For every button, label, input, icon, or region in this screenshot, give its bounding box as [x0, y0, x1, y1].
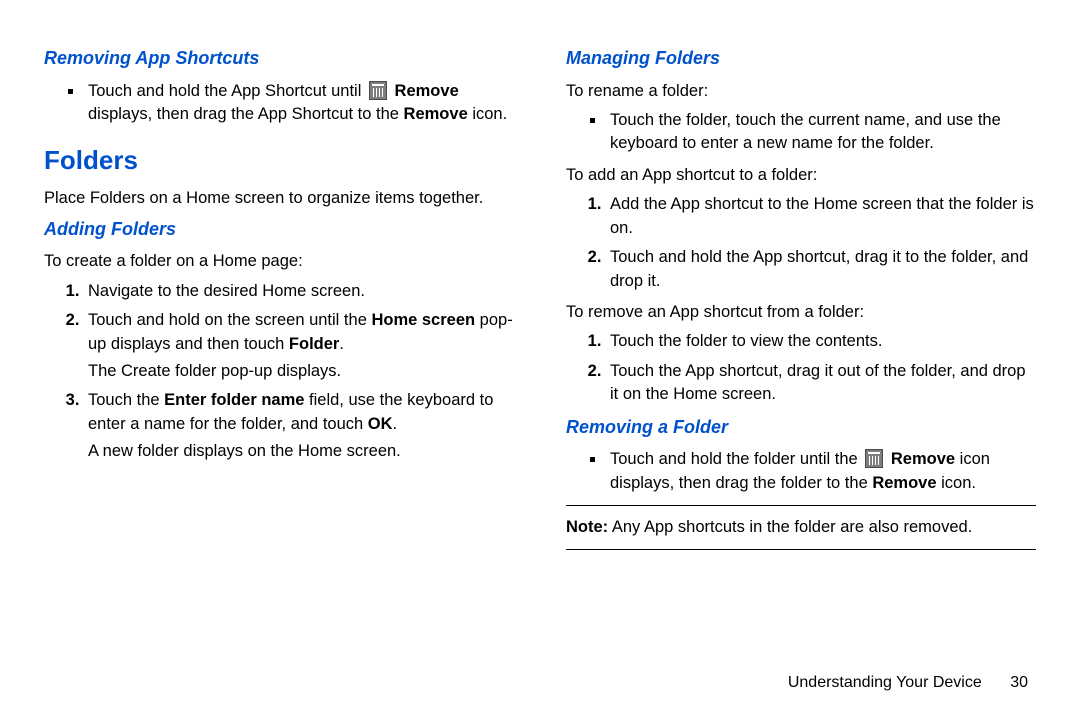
- right-column: Managing Folders To rename a folder: Tou…: [566, 40, 1036, 700]
- text: Touch and hold the App Shortcut until: [88, 82, 366, 100]
- remove-label: Remove: [872, 474, 936, 492]
- trash-icon: [369, 81, 387, 100]
- page-footer: Understanding Your Device 30: [788, 674, 1028, 692]
- list-item: Touch the App shortcut, drag it out of t…: [606, 360, 1036, 407]
- page: Removing App Shortcuts Touch and hold th…: [0, 0, 1080, 720]
- rename-list: Touch the folder, touch the current name…: [606, 109, 1036, 156]
- remove-shortcut-intro: To remove an App shortcut from a folder:: [566, 301, 1036, 324]
- divider: [566, 549, 1036, 550]
- adding-steps: Navigate to the desired Home screen. Tou…: [84, 280, 514, 464]
- list-item: Touch and hold the App Shortcut until Re…: [84, 80, 514, 127]
- list-item: Navigate to the desired Home screen.: [84, 280, 514, 303]
- enter-folder-name-label: Enter folder name: [164, 391, 304, 409]
- heading-managing-folders: Managing Folders: [566, 46, 1036, 72]
- folders-intro: Place Folders on a Home screen to organi…: [44, 187, 514, 210]
- list-item: Touch and hold on the screen until the H…: [84, 309, 514, 383]
- note-text: Any App shortcuts in the folder are also…: [608, 518, 972, 536]
- list-item: Touch and hold the folder until the Remo…: [606, 448, 1036, 495]
- text: icon.: [937, 474, 976, 492]
- remove-label: Remove: [395, 82, 459, 100]
- text: icon.: [468, 105, 507, 123]
- text: Navigate to the desired Home screen.: [88, 282, 365, 300]
- home-screen-label: Home screen: [371, 311, 475, 329]
- folder-label: Folder: [289, 335, 339, 353]
- text: A new folder displays on the Home screen…: [88, 440, 514, 463]
- text: .: [339, 335, 344, 353]
- text: Touch and hold the App shortcut, drag it…: [610, 248, 1028, 289]
- text: Add the App shortcut to the Home screen …: [610, 195, 1034, 236]
- rename-intro: To rename a folder:: [566, 80, 1036, 103]
- page-number: 30: [1010, 674, 1028, 691]
- remove-label: Remove: [891, 450, 955, 468]
- list-item: Touch the folder to view the contents.: [606, 330, 1036, 353]
- text: The Create folder pop-up displays.: [88, 360, 514, 383]
- list-item: Touch the folder, touch the current name…: [606, 109, 1036, 156]
- remove-label: Remove: [404, 105, 468, 123]
- text: Touch and hold the folder until the: [610, 450, 862, 468]
- heading-removing-app-shortcuts: Removing App Shortcuts: [44, 46, 514, 72]
- divider: [566, 505, 1036, 506]
- heading-adding-folders: Adding Folders: [44, 217, 514, 243]
- add-shortcut-intro: To add an App shortcut to a folder:: [566, 164, 1036, 187]
- text: Touch the folder to view the contents.: [610, 332, 882, 350]
- text: Touch and hold on the screen until the: [88, 311, 371, 329]
- text: Touch the: [88, 391, 164, 409]
- note-label: Note:: [566, 518, 608, 536]
- adding-intro: To create a folder on a Home page:: [44, 250, 514, 273]
- text: displays, then drag the App Shortcut to …: [88, 105, 404, 123]
- ok-label: OK: [368, 415, 393, 433]
- heading-folders: Folders: [44, 142, 514, 179]
- add-shortcut-steps: Add the App shortcut to the Home screen …: [606, 193, 1036, 293]
- text: Touch the App shortcut, drag it out of t…: [610, 362, 1026, 403]
- footer-section: Understanding Your Device: [788, 674, 982, 691]
- note: Note: Any App shortcuts in the folder ar…: [566, 516, 1036, 539]
- remove-shortcut-steps: Touch the folder to view the contents. T…: [606, 330, 1036, 406]
- list-item: Touch the Enter folder name field, use t…: [84, 389, 514, 463]
- removing-folder-list: Touch and hold the folder until the Remo…: [606, 448, 1036, 495]
- removing-app-list: Touch and hold the App Shortcut until Re…: [84, 80, 514, 127]
- text: .: [393, 415, 398, 433]
- list-item: Add the App shortcut to the Home screen …: [606, 193, 1036, 240]
- text: Touch the folder, touch the current name…: [610, 111, 1001, 152]
- trash-icon: [865, 449, 883, 468]
- list-item: Touch and hold the App shortcut, drag it…: [606, 246, 1036, 293]
- left-column: Removing App Shortcuts Touch and hold th…: [44, 40, 514, 700]
- heading-removing-folder: Removing a Folder: [566, 415, 1036, 441]
